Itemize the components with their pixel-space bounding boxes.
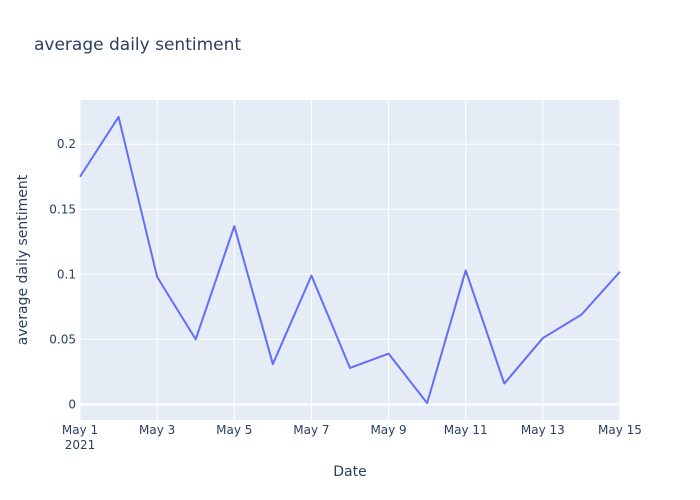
x-tick-label: May 5 — [216, 423, 252, 437]
y-tick-label: 0 — [68, 397, 76, 411]
x-tick-label: May 1 — [62, 423, 98, 437]
y-tick-label: 0.1 — [57, 267, 76, 281]
x-axis: May 12021 May 3 May 5 May 7 May 9 May 11 May 1… — [62, 423, 642, 452]
chart-container: average daily sentiment May 1 2021 May 3 Ma… — [0, 0, 700, 500]
y-tick-label: 0.05 — [49, 332, 76, 346]
line-chart: average daily sentiment May 12021May 3 Ma… — [15, 35, 642, 480]
x-tick-label: May 9 — [370, 423, 406, 437]
x-tick-label: May 7 — [293, 423, 329, 437]
y-axis-label: average daily sentiment — [15, 174, 31, 345]
x-tick-label: May 3 — [139, 423, 175, 437]
x-tick-label: May 13 — [521, 423, 565, 437]
x-tick-sublabel: 2021 — [65, 438, 96, 452]
chart-title: average daily sentiment — [34, 35, 241, 55]
y-tick-label: 0.15 — [49, 202, 76, 216]
y-axis: 0 0.05 0.1 0.15 0.2 — [49, 137, 76, 411]
y-tick-label: 0.2 — [57, 137, 76, 151]
x-tick-label: May 11 — [444, 423, 488, 437]
plot-area — [80, 100, 620, 420]
x-axis-label: Date — [333, 464, 366, 480]
x-tick-label: May 15 — [598, 423, 642, 437]
